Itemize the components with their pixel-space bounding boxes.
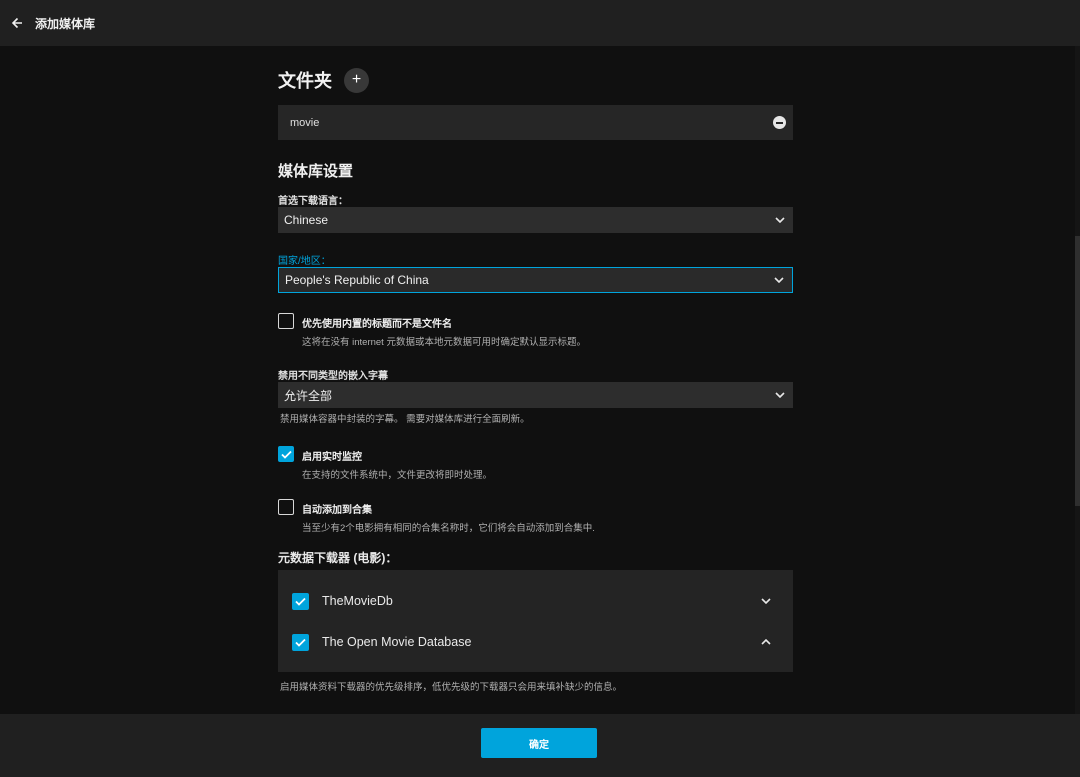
ok-button[interactable]: 确定 — [481, 728, 597, 758]
realtime-monitor-label: 启用实时监控 — [302, 452, 362, 463]
move-up-icon[interactable] — [760, 636, 772, 648]
language-label: 首选下载语言： — [278, 196, 348, 207]
embedded-subtitles-value: 允许全部 — [284, 388, 333, 403]
fetcher-item-omdb[interactable]: The Open Movie Database — [292, 632, 779, 652]
top-bar: 添加媒体库 — [0, 0, 1080, 46]
metadata-fetchers-help: 启用媒体资料下载器的优先级排序，低优先级的下载器只会用来填补缺少的信息。 — [280, 682, 623, 693]
language-select[interactable]: Chinese — [278, 207, 793, 233]
checkmark-icon — [280, 450, 292, 459]
prefer-embedded-titles-checkbox[interactable] — [278, 313, 294, 329]
folder-item: movie — [278, 105, 793, 140]
prefer-embedded-titles-label: 优先使用内置的标题而不是文件名 — [302, 319, 452, 330]
embedded-subtitles-label: 禁用不同类型的嵌入字幕 — [278, 371, 388, 382]
embedded-subtitles-help: 禁用媒体容器中封装的字幕。 需要对媒体库进行全面刷新。 — [280, 414, 530, 425]
folders-heading: 文件夹 — [278, 71, 332, 91]
auto-collections-help: 当至少有2个电影拥有相同的合集名称时，它们将会自动添加到合集中. — [302, 523, 595, 534]
footer-bar: 确定 — [0, 714, 1080, 777]
back-arrow-icon[interactable] — [8, 14, 26, 32]
chevron-down-icon — [774, 389, 786, 401]
chevron-down-icon — [773, 274, 785, 286]
folder-path: movie — [290, 116, 320, 129]
scrollbar-thumb[interactable] — [1075, 236, 1080, 506]
embedded-subtitles-select[interactable]: 允许全部 — [278, 382, 793, 408]
metadata-fetchers-heading: 元数据下载器 (电影)： — [278, 551, 398, 565]
fetcher-checkbox[interactable] — [292, 633, 309, 651]
fetcher-item-themoviedb[interactable]: TheMovieDb — [292, 591, 779, 611]
country-value: People's Republic of China — [285, 273, 429, 287]
language-value: Chinese — [284, 213, 329, 227]
folders-header: 文件夹 + — [278, 67, 369, 93]
chevron-down-icon — [774, 214, 786, 226]
country-label: 国家/地区： — [278, 256, 331, 267]
auto-collections-checkbox[interactable] — [278, 499, 294, 515]
move-down-icon[interactable] — [760, 595, 772, 607]
prefer-embedded-titles-option[interactable]: 优先使用内置的标题而不是文件名 — [278, 313, 452, 330]
fetcher-name: The Open Movie Database — [322, 635, 472, 649]
add-folder-button[interactable]: + — [344, 67, 369, 93]
prefer-embedded-titles-help: 这将在没有 internet 元数据或本地元数据可用时确定默认显示标题。 — [302, 337, 586, 348]
realtime-monitor-option[interactable]: 启用实时监控 — [278, 446, 362, 463]
remove-folder-icon[interactable] — [773, 116, 786, 129]
library-settings-heading: 媒体库设置 — [278, 163, 354, 180]
country-select[interactable]: People's Republic of China — [278, 267, 793, 293]
fetcher-name: TheMovieDb — [322, 594, 393, 608]
metadata-fetchers-list: TheMovieDb The Open Movie Database — [278, 570, 793, 672]
checkmark-icon — [295, 597, 306, 606]
checkmark-icon — [295, 638, 306, 647]
auto-collections-option[interactable]: 自动添加到合集 — [278, 499, 372, 516]
auto-collections-label: 自动添加到合集 — [302, 505, 372, 516]
realtime-monitor-help: 在支持的文件系统中，文件更改将即时处理。 — [302, 470, 493, 481]
scrollbar[interactable] — [1075, 46, 1080, 714]
page-title: 添加媒体库 — [35, 16, 96, 31]
realtime-monitor-checkbox[interactable] — [278, 446, 294, 462]
fetcher-checkbox[interactable] — [292, 592, 309, 610]
